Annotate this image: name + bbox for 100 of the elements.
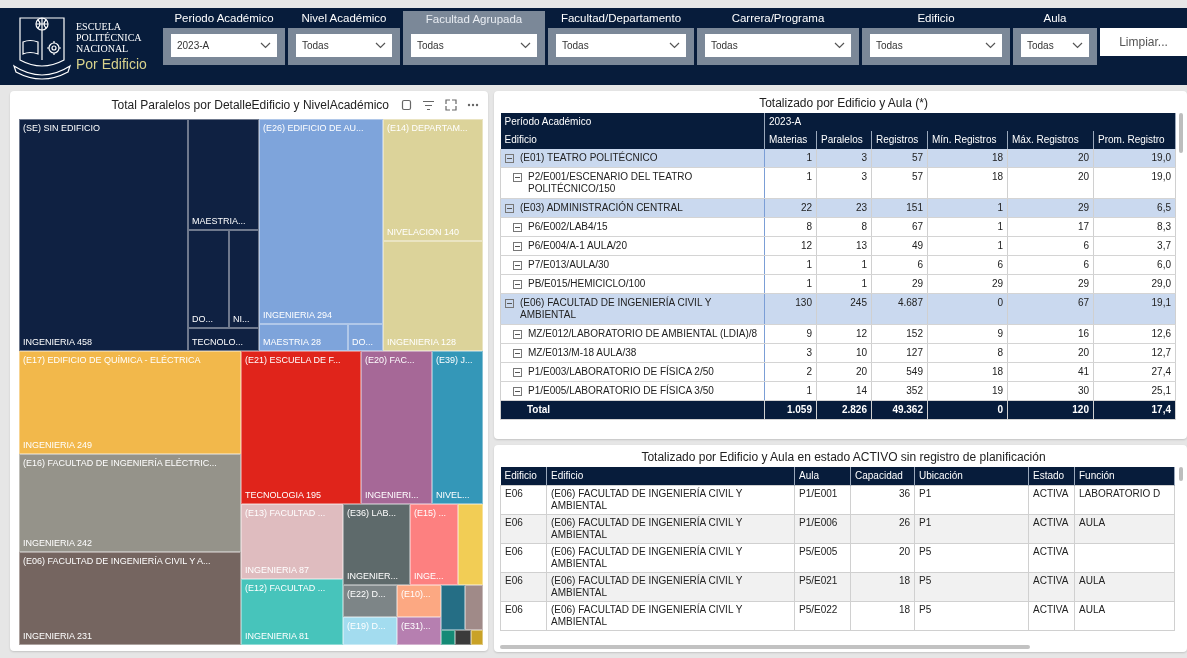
column-header[interactable]: Mín. Registros xyxy=(927,131,1008,149)
treemap-tile[interactable]: (E22) D... xyxy=(343,585,397,617)
table-cell: 20 xyxy=(1007,167,1094,199)
collapse-icon[interactable] xyxy=(513,330,522,339)
tile-value-label: INGENIERIA 294 xyxy=(263,310,334,321)
column-header[interactable]: Edificio xyxy=(546,467,795,486)
tile-label: (E39) J... xyxy=(436,355,474,366)
column-header[interactable]: Función xyxy=(1074,467,1175,486)
clear-filters-button[interactable]: Limpiar... xyxy=(1100,28,1187,56)
tile-value-label: INGENIERIA 242 xyxy=(23,538,94,549)
focus-mode-icon[interactable] xyxy=(445,99,457,111)
copy-icon[interactable] xyxy=(401,99,412,111)
table-cell: P5/E005 xyxy=(794,543,851,573)
treemap-tile[interactable]: MAESTRIA... xyxy=(188,119,259,230)
table-title: Totalizado por Edificio y Aula en estado ACTIVO sin registro de planificación xyxy=(640,449,1047,466)
treemap-tile[interactable]: (E21) ESCUELA DE F... TECNOLOGIA 195 xyxy=(241,351,361,504)
treemap-tile[interactable] xyxy=(441,630,455,645)
tile-label: (E15) ... xyxy=(414,508,447,519)
tile-label: (E36) LAB... xyxy=(347,508,397,519)
filter-dropdown[interactable]: Todas xyxy=(1021,34,1089,57)
filter-dropdown[interactable]: Todas xyxy=(296,34,392,57)
table-cell: 1 xyxy=(764,167,817,199)
tile-label: (E14) DEPARTAM... xyxy=(387,123,469,134)
collapse-icon[interactable] xyxy=(513,387,522,396)
chevron-down-icon xyxy=(520,42,531,49)
table-cell: 4.687 xyxy=(871,293,928,325)
table-cell: P5 xyxy=(914,601,1029,631)
column-header[interactable]: Máx. Registros xyxy=(1007,131,1094,149)
column-header[interactable]: Paralelos xyxy=(816,131,872,149)
column-header[interactable]: Materias xyxy=(764,131,817,149)
table-cell: ACTIVA xyxy=(1028,601,1075,631)
table-cell: P1/E006 xyxy=(794,514,851,544)
treemap-tile[interactable] xyxy=(441,585,465,630)
row-label: P7/E013/AULA/30 xyxy=(528,259,610,271)
filter-dropdown[interactable]: Todas xyxy=(705,34,851,57)
tile-value-label: TECNOLOGIA 195 xyxy=(245,490,323,501)
column-header[interactable]: Aula xyxy=(794,467,851,486)
table-cell: P1 xyxy=(914,485,1029,515)
column-header: 2023-A xyxy=(764,113,1176,131)
filter-dropdown[interactable]: Todas xyxy=(556,34,686,57)
tile-value-label: DO... xyxy=(192,314,214,325)
chevron-down-icon xyxy=(669,42,680,49)
column-header[interactable]: Registros xyxy=(871,131,928,149)
table-title: Totalizado por Edificio y Aula (*) xyxy=(758,95,929,112)
table-cell: 18 xyxy=(850,572,915,602)
collapse-icon[interactable] xyxy=(513,368,522,377)
treemap-tile[interactable]: (E36) LAB... INGENIER... xyxy=(343,504,410,585)
treemap-tile[interactable]: (E20) FAC... INGENIERI... xyxy=(361,351,432,504)
treemap-tile[interactable] xyxy=(455,630,471,645)
column-header[interactable]: Estado xyxy=(1028,467,1075,486)
treemap-tile[interactable] xyxy=(458,504,483,585)
treemap-tile[interactable]: NI... xyxy=(229,230,259,328)
tile-value-label: TECNOLO... xyxy=(192,337,244,348)
table-cell: P5 xyxy=(914,543,1029,573)
collapse-icon[interactable] xyxy=(505,154,514,163)
treemap-tile[interactable]: (SE) SIN EDIFICIO INGENIERIA 458 xyxy=(19,119,188,351)
more-options-icon[interactable] xyxy=(467,103,479,107)
collapse-icon[interactable] xyxy=(513,242,522,251)
collapse-icon[interactable] xyxy=(505,299,514,308)
treemap-tile[interactable] xyxy=(471,630,483,645)
table-cell: E06 xyxy=(500,601,547,631)
collapse-icon[interactable] xyxy=(513,261,522,270)
table-cell: 36 xyxy=(850,485,915,515)
treemap-tile[interactable]: TECNOLO... xyxy=(188,328,259,351)
chevron-down-icon xyxy=(834,42,845,49)
column-header[interactable]: Ubicación xyxy=(914,467,1029,486)
filter-dropdown[interactable]: Todas xyxy=(870,34,1002,57)
tile-label: (E20) FAC... xyxy=(365,355,416,366)
table-cell: (E06) FACULTAD DE INGENIERÍA CIVIL Y AMBIENTAL xyxy=(546,543,795,573)
filter-dropdown[interactable]: Todas xyxy=(411,34,537,57)
column-header[interactable]: Edificio xyxy=(500,467,547,486)
collapse-icon[interactable] xyxy=(513,223,522,232)
scrollbar[interactable] xyxy=(1179,467,1183,481)
tile-value-label: INGENIERIA 87 xyxy=(245,565,311,576)
scrollbar[interactable] xyxy=(500,645,1030,649)
treemap-tile[interactable]: DO... xyxy=(188,230,229,328)
tile-value-label: INGENIERIA 458 xyxy=(23,337,94,348)
table-cell: 245 xyxy=(816,293,872,325)
treemap-tile[interactable] xyxy=(465,585,483,630)
row-label: P6/E004/A-1 AULA/20 xyxy=(528,240,627,252)
filter-dropdown[interactable]: 2023-A xyxy=(171,34,277,57)
filter-icon[interactable] xyxy=(422,99,435,111)
column-header[interactable]: Prom. Registro xyxy=(1093,131,1176,149)
collapse-icon[interactable] xyxy=(513,173,522,182)
table-cell: P1 xyxy=(914,514,1029,544)
row-label: P1/E005/LABORATORIO DE FÍSICA 3/50 xyxy=(528,385,714,397)
column-header[interactable]: Capacidad xyxy=(850,467,915,486)
table-cell: E06 xyxy=(500,485,547,515)
collapse-icon[interactable] xyxy=(513,349,522,358)
collapse-icon[interactable] xyxy=(505,204,514,213)
institution-name: ESCUELA POLITÉCNICA NACIONAL xyxy=(76,21,143,54)
chevron-down-icon xyxy=(260,42,271,49)
treemap-tile[interactable]: (E06) FACULTAD DE INGENIERÍA CIVIL Y A... INGENIERIA 231 xyxy=(19,552,241,645)
scrollbar[interactable] xyxy=(1179,113,1183,153)
tile-label: (E12) FACULTAD ... xyxy=(245,583,327,594)
table-cell: (E06) FACULTAD DE INGENIERÍA CIVIL Y AMBIENTAL xyxy=(546,514,795,544)
tile-label: (E16) FACULTAD DE INGENIERÍA ELÉCTRIC... xyxy=(23,458,218,469)
collapse-icon[interactable] xyxy=(513,280,522,289)
table-cell: 130 xyxy=(764,293,817,325)
tile-label: (E13) FACULTAD ... xyxy=(245,508,327,519)
